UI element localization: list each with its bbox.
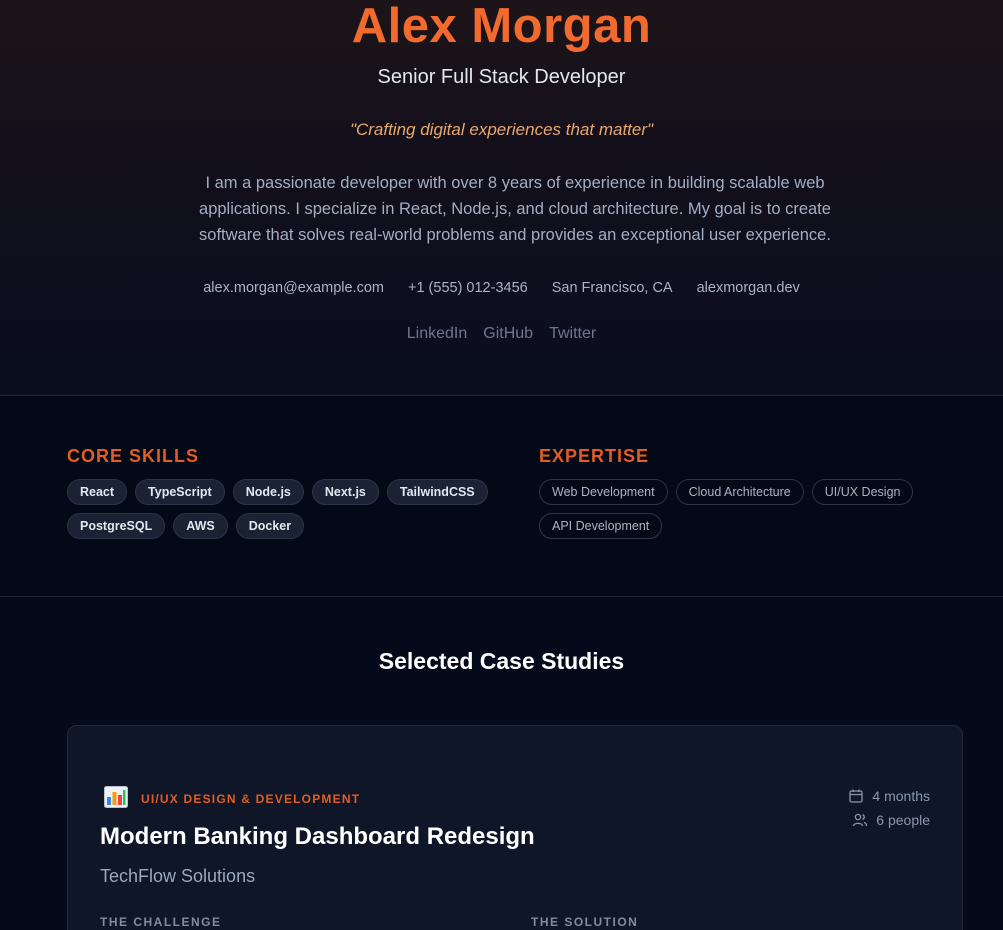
expertise-chip: UI/UX Design	[811, 479, 914, 505]
twitter-link[interactable]: Twitter	[549, 325, 596, 343]
expertise-chip-list: Web Development Cloud Architecture UI/UX…	[539, 479, 979, 539]
profile-name: Alex Morgan	[351, 0, 652, 53]
contact-phone[interactable]: +1 (555) 012-3456	[408, 280, 528, 296]
skill-chip: Docker	[235, 513, 305, 539]
skill-chip: Node.js	[232, 479, 304, 505]
hero-section: Alex Morgan Senior Full Stack Developer …	[0, 0, 1003, 396]
skill-chip: TypeScript	[135, 479, 225, 505]
linkedin-link[interactable]: LinkedIn	[407, 325, 468, 343]
profile-bio: I am a passionate developer with over 8 …	[199, 174, 831, 244]
expertise-chip: Cloud Architecture	[675, 479, 804, 505]
contact-email[interactable]: alex.morgan@example.com	[203, 280, 384, 296]
calendar-icon	[849, 789, 864, 803]
team-row: 6 people	[848, 808, 930, 832]
skill-chip: Next.js	[311, 479, 379, 505]
expertise-chip: Web Development	[539, 479, 668, 505]
case-study-duration: 4 months	[872, 788, 930, 804]
case-study-team: 6 people	[876, 812, 930, 828]
users-icon	[853, 813, 868, 827]
core-skills: CORE SKILLS React TypeScript Node.js Nex…	[67, 446, 507, 539]
profile-title: Senior Full Stack Developer	[377, 66, 626, 88]
case-study-meta: 4 months 6 people	[848, 784, 930, 832]
challenge-label: THE CHALLENGE	[100, 915, 222, 929]
social-links: LinkedIn GitHub Twitter	[0, 325, 1003, 343]
case-study-title[interactable]: Modern Banking Dashboard Redesign	[100, 823, 535, 851]
skill-chip: PostgreSQL	[67, 513, 166, 539]
contact-list: alex.morgan@example.com +1 (555) 012-345…	[0, 280, 1003, 296]
skills-section: CORE SKILLS React TypeScript Node.js Nex…	[0, 396, 1003, 597]
bar-chart-icon	[104, 786, 128, 808]
duration-row: 4 months	[848, 784, 930, 808]
skill-chip-list: React TypeScript Node.js Next.js Tailwin…	[67, 479, 507, 539]
case-study-client: TechFlow Solutions	[100, 866, 256, 886]
skill-chip: AWS	[173, 513, 228, 539]
case-study-card[interactable]: UI/UX DESIGN & DEVELOPMENT Modern Bankin…	[67, 725, 963, 930]
core-skills-heading: CORE SKILLS	[67, 446, 200, 466]
expertise: EXPERTISE Web Development Cloud Architec…	[539, 446, 979, 539]
case-study-category: UI/UX DESIGN & DEVELOPMENT	[141, 792, 361, 806]
case-studies-heading: Selected Case Studies	[378, 648, 625, 674]
solution-label: THE SOLUTION	[531, 915, 639, 929]
profile-tagline: "Crafting digital experiences that matte…	[349, 120, 654, 139]
expertise-chip: API Development	[539, 513, 663, 539]
github-link[interactable]: GitHub	[483, 325, 533, 343]
expertise-heading: EXPERTISE	[539, 446, 650, 466]
skill-chip: React	[67, 479, 128, 505]
contact-website[interactable]: alexmorgan.dev	[697, 280, 800, 296]
contact-location: San Francisco, CA	[551, 280, 673, 296]
skill-chip: TailwindCSS	[386, 479, 488, 505]
